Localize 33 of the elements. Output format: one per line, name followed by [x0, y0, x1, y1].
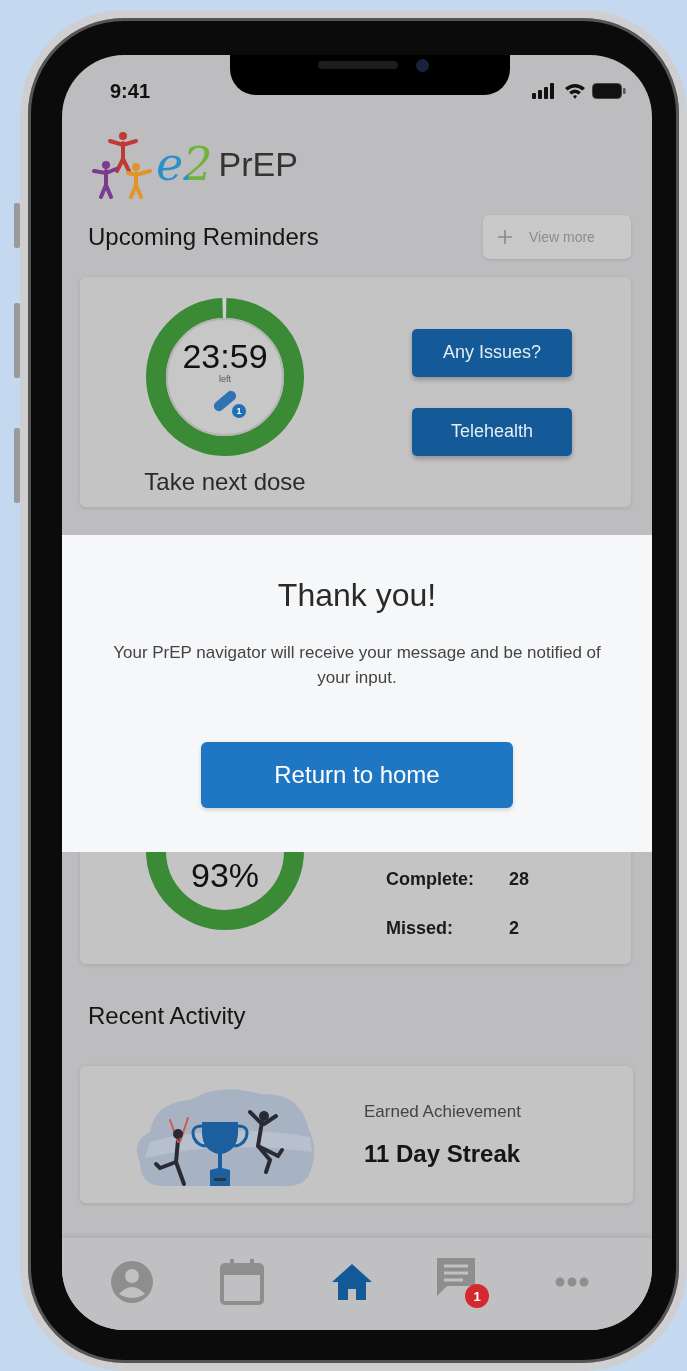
logo-name: PrEP — [218, 144, 298, 184]
calendar-icon — [220, 1259, 264, 1305]
action-button[interactable]: Any Issues? — [412, 328, 572, 377]
stat-label: Complete: — [386, 868, 475, 890]
return-home-button[interactable]: Return to home — [201, 742, 513, 808]
tab-button[interactable] — [331, 1263, 373, 1301]
section-title: Upcoming Reminders — [88, 223, 319, 251]
plus-icon — [497, 229, 513, 245]
wifi-icon — [564, 83, 586, 99]
person-icon — [110, 1260, 154, 1304]
action-button[interactable]: Telehealth — [412, 407, 572, 456]
dialog-message: Your PrEP navigator will receive your message and be notified of your input. — [112, 642, 602, 689]
home-icon — [331, 1263, 373, 1301]
stat-value: 28 — [509, 868, 530, 890]
stat-label: Missed: — [386, 917, 455, 939]
dialog-title: Thank you! — [277, 577, 437, 614]
adherence-percent: 93% — [190, 856, 260, 895]
people-figures-icon — [92, 129, 154, 199]
tab-button[interactable] — [110, 1260, 154, 1304]
dose-label: Take next dose — [144, 468, 306, 496]
more-icon — [555, 1277, 589, 1287]
activity-title: 11 Day Streak — [364, 1139, 521, 1168]
stat-value: 2 — [509, 917, 520, 939]
tab-button[interactable] — [555, 1277, 589, 1287]
battery-icon — [592, 83, 626, 99]
notification-badge: 1 — [465, 1284, 489, 1308]
countdown-time: 23:59 — [182, 338, 268, 373]
countdown-caption: left — [219, 373, 231, 384]
activity-caption: Earned Achievement — [364, 1101, 521, 1122]
section-title: Recent Activity — [88, 1002, 247, 1030]
tab-button[interactable] — [220, 1259, 264, 1305]
clock-time: 9:41 — [110, 79, 151, 103]
tab-button[interactable]: 1 — [435, 1256, 489, 1308]
